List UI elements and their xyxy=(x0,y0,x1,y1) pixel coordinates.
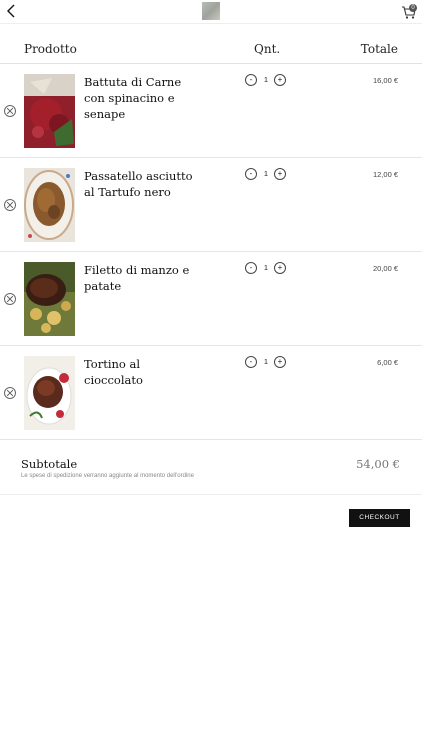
increase-quantity-button[interactable]: + xyxy=(274,356,286,368)
remove-item-icon[interactable] xyxy=(4,105,16,117)
product-image xyxy=(24,74,75,148)
cart-row: Filetto di manzo e patate - 1 + 20,00 € xyxy=(0,252,422,346)
remove-item-icon[interactable] xyxy=(4,387,16,399)
remove-item-icon[interactable] xyxy=(4,293,16,305)
cart-row: Tortino al cioccolato - 1 + 6,00 € xyxy=(0,346,422,440)
subtotal-label: Subtotale xyxy=(21,457,78,471)
item-total: 12,00 € xyxy=(372,170,398,179)
product-name[interactable]: Battuta di Carne con spinacino e senape xyxy=(84,74,194,122)
checkout-button[interactable]: CHECKOUT xyxy=(349,509,410,527)
decrease-quantity-button[interactable]: - xyxy=(245,168,257,180)
increase-quantity-button[interactable]: + xyxy=(274,262,286,274)
product-name[interactable]: Filetto di manzo e patate xyxy=(84,262,194,294)
quantity-value: 1 xyxy=(263,169,269,178)
subtotal-value: 54,00 € xyxy=(356,457,400,471)
total-column-header: Totale xyxy=(360,42,398,56)
product-image xyxy=(24,356,75,430)
quantity-column-header: Qnt. xyxy=(254,42,281,56)
cart-table-header: Prodotto Qnt. Totale xyxy=(0,36,422,64)
subtotal-section: Subtotale Le spese di spedizione verrann… xyxy=(0,441,422,495)
remove-item-icon[interactable] xyxy=(4,199,16,211)
item-total: 20,00 € xyxy=(372,264,398,273)
cart-count-badge: 0 xyxy=(409,4,417,12)
quantity-value: 1 xyxy=(263,75,269,84)
product-name[interactable]: Passatello asciutto al Tartufo nero xyxy=(84,168,194,200)
product-image xyxy=(24,168,75,242)
item-total: 6,00 € xyxy=(377,358,398,367)
back-chevron-icon[interactable] xyxy=(4,3,20,19)
top-bar: 0 xyxy=(0,0,422,24)
decrease-quantity-button[interactable]: - xyxy=(245,262,257,274)
product-image xyxy=(24,262,75,336)
decrease-quantity-button[interactable]: - xyxy=(245,356,257,368)
cart-row: Passatello asciutto al Tartufo nero - 1 … xyxy=(0,158,422,252)
cart-row: Battuta di Carne con spinacino e senape … xyxy=(0,64,422,158)
decrease-quantity-button[interactable]: - xyxy=(245,74,257,86)
shipping-note: Le spese di spedizione verranno aggiunte… xyxy=(21,473,194,479)
product-column-header: Prodotto xyxy=(24,42,77,56)
increase-quantity-button[interactable]: + xyxy=(274,74,286,86)
item-total: 16,00 € xyxy=(372,76,398,85)
quantity-value: 1 xyxy=(263,263,269,272)
quantity-value: 1 xyxy=(263,357,269,366)
increase-quantity-button[interactable]: + xyxy=(274,168,286,180)
product-name[interactable]: Tortino al cioccolato xyxy=(84,356,194,388)
restaurant-logo[interactable] xyxy=(202,2,220,20)
